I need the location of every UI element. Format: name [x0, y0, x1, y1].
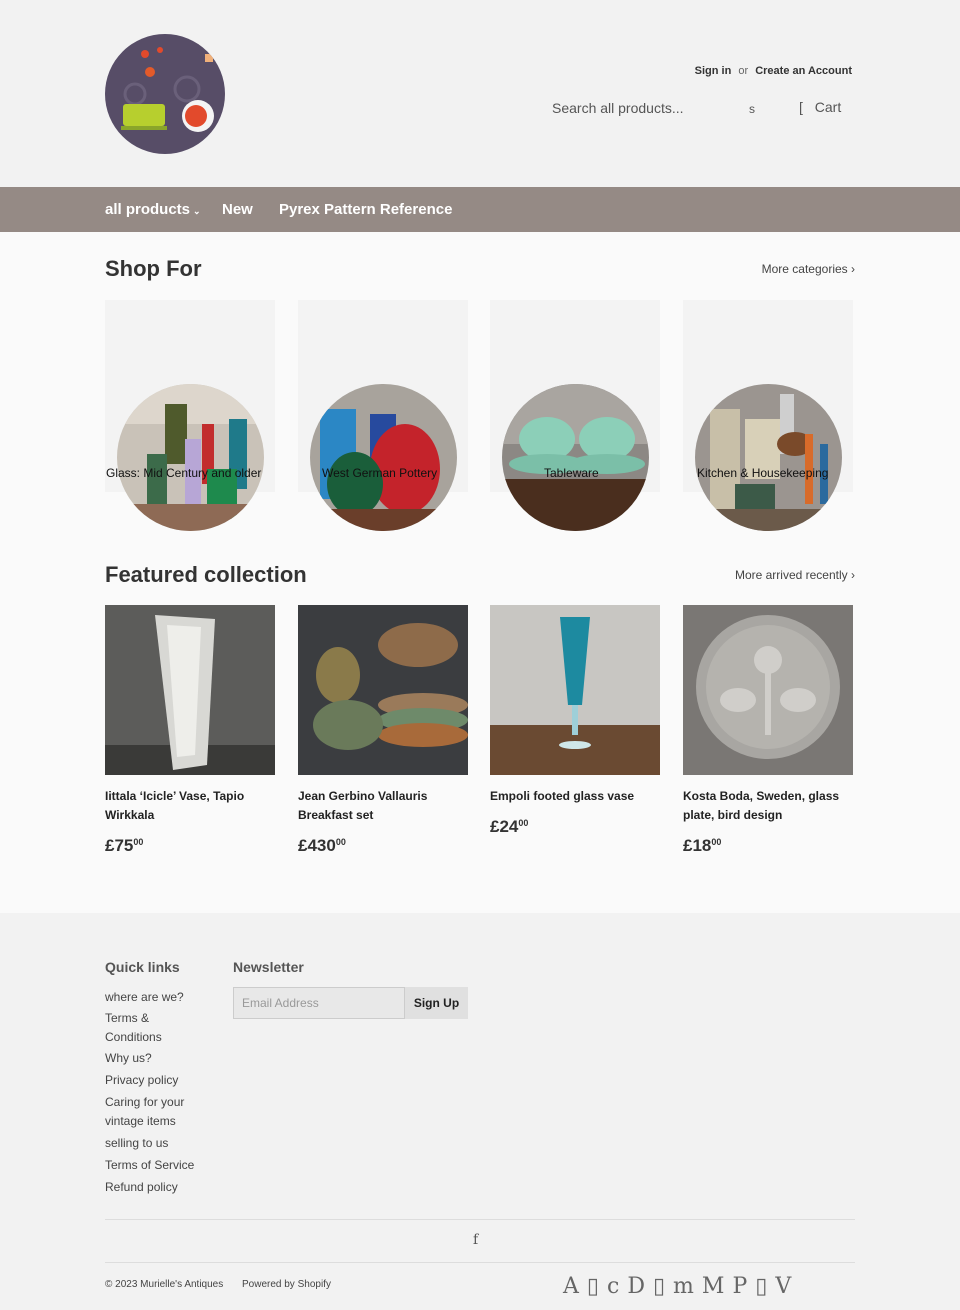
sign-up-button[interactable]: Sign Up [405, 987, 468, 1019]
cart-link[interactable]: [ Cart [799, 99, 841, 115]
cart-label: Cart [814, 99, 842, 115]
footer-link[interactable]: Terms & Conditions [105, 1009, 205, 1047]
shop-for-title: Shop For [105, 256, 202, 281]
email-field[interactable]: Email Address [233, 987, 405, 1019]
product-price: £7500 [105, 836, 144, 855]
account-links: Sign in or Create an Account [695, 65, 852, 77]
product-title[interactable]: Kosta Boda, Sweden, glass plate, bird de… [683, 787, 853, 825]
product-price: £2400 [490, 817, 529, 836]
footer-link[interactable]: where are we? [105, 988, 205, 1007]
footer-link[interactable]: Refund policy [105, 1178, 205, 1197]
category-image-kitchen [695, 384, 842, 531]
chevron-down-icon: ⌄ [193, 206, 201, 216]
footer-link[interactable]: selling to us [105, 1134, 205, 1153]
category-image-glass [117, 384, 264, 531]
logo-illustration [121, 47, 214, 132]
site-footer: Quick links where are we? Terms & Condit… [0, 913, 960, 1310]
product-image[interactable] [490, 605, 660, 775]
product-image[interactable] [105, 605, 275, 775]
cart-icon: [ [799, 99, 803, 115]
footer-link[interactable]: Why us? [105, 1049, 205, 1068]
product-image[interactable] [683, 605, 853, 775]
category-label: Kitchen & Housekeeping [697, 466, 829, 480]
powered-by-link[interactable]: Powered by Shopify [242, 1279, 331, 1290]
search-input[interactable]: Search all products... [552, 100, 684, 116]
category-card-west-german-pottery[interactable] [298, 300, 468, 531]
category-card-kitchen[interactable] [683, 300, 853, 531]
copyright: © 2023 Murielle's Antiques [105, 1279, 224, 1290]
more-categories-link[interactable]: More categories › [762, 262, 855, 276]
quick-links-title: Quick links [105, 959, 180, 975]
footer-link[interactable]: Privacy policy [105, 1071, 205, 1090]
category-card-tableware[interactable] [490, 300, 660, 531]
category-image-tableware [502, 384, 649, 531]
category-label: West German Pottery [322, 466, 438, 480]
product-title[interactable]: Jean Gerbino Vallauris Breakfast set [298, 787, 468, 825]
facebook-icon[interactable]: f [473, 1232, 478, 1248]
search-icon[interactable]: s [749, 102, 755, 116]
nav-item-label: all products [105, 201, 191, 218]
nav-item-pyrex[interactable]: Pyrex Pattern Reference [279, 201, 452, 218]
featured-title: Featured collection [105, 562, 307, 587]
newsletter-title: Newsletter [233, 959, 304, 975]
category-label: Tableware [544, 466, 599, 480]
product-price: £1800 [683, 836, 722, 855]
divider [105, 1219, 855, 1220]
category-label: Glass: Mid Century and older [106, 466, 262, 480]
store-logo[interactable] [105, 34, 225, 154]
or-text: or [738, 65, 749, 77]
nav-item-all-products[interactable]: all products ⌄ [105, 201, 201, 218]
category-image-pottery [310, 384, 457, 531]
product-title[interactable]: Iittala ‘Icicle’ Vase, Tapio Wirkkala [105, 787, 275, 825]
product-price: £43000 [298, 836, 346, 855]
nav-item-new[interactable]: New [222, 201, 253, 218]
footer-link[interactable]: Terms of Service [105, 1156, 205, 1175]
main-nav: all products ⌄ New Pyrex Pattern Referenc… [0, 187, 960, 232]
product-image[interactable] [298, 605, 468, 775]
payment-icons: A▯cD▯mMP▯V [563, 1274, 800, 1299]
divider [105, 1262, 855, 1263]
site-header: Sign in or Create an Account Search all … [0, 0, 960, 187]
more-arrived-link[interactable]: More arrived recently › [735, 568, 855, 582]
sign-in-link[interactable]: Sign in [695, 65, 732, 77]
category-card-glass[interactable] [105, 300, 275, 531]
create-account-link[interactable]: Create an Account [755, 65, 852, 77]
footer-link[interactable]: Caring for your vintage items [105, 1093, 205, 1131]
product-title[interactable]: Empoli footed glass vase [490, 787, 660, 806]
